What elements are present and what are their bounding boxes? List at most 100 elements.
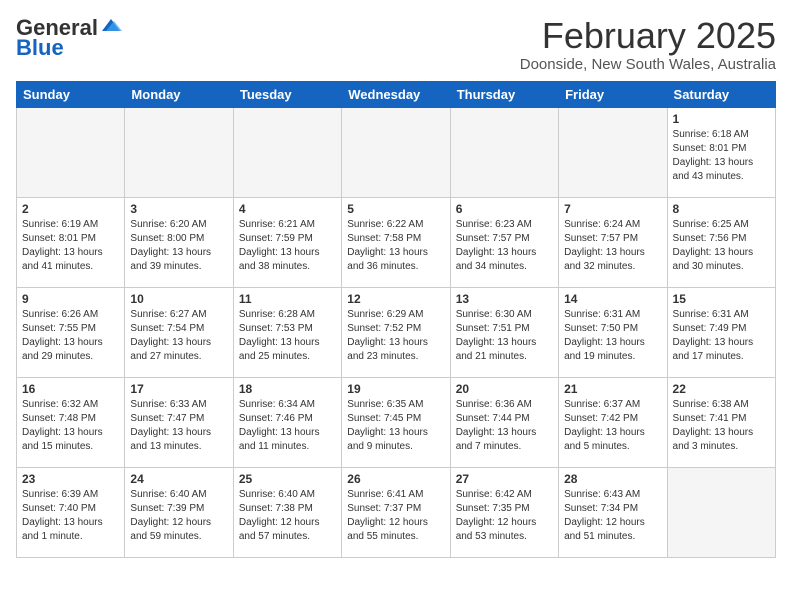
day-info-text: Sunrise: 6:30 AM Sunset: 7:51 PM Dayligh… [456,308,553,364]
weekday-header: Saturday [667,81,775,107]
day-number: 5 [347,202,444,216]
calendar-day-cell: 15 Sunrise: 6:31 AM Sunset: 7:49 PM Dayli… [667,287,775,377]
day-number: 1 [673,112,770,126]
day-info-text: Sunrise: 6:24 AM Sunset: 7:57 PM Dayligh… [564,218,661,274]
calendar-week-row: 16 Sunrise: 6:32 AM Sunset: 7:48 PM Dayli… [17,377,776,467]
day-info-text: Sunrise: 6:39 AM Sunset: 7:40 PM Dayligh… [22,488,119,544]
location-text: Doonside, New South Wales, Australia [520,56,776,73]
calendar-table: SundayMondayTuesdayWednesdayThursdayFrid… [16,81,776,558]
day-info-text: Sunrise: 6:42 AM Sunset: 7:35 PM Dayligh… [456,488,553,544]
calendar-day-cell: 6 Sunrise: 6:23 AM Sunset: 7:57 PM Daylig… [450,197,558,287]
calendar-day-cell: 5 Sunrise: 6:22 AM Sunset: 7:58 PM Daylig… [342,197,450,287]
calendar-day-cell: 27 Sunrise: 6:42 AM Sunset: 7:35 PM Dayli… [450,467,558,557]
calendar-day-cell: 26 Sunrise: 6:41 AM Sunset: 7:37 PM Dayli… [342,467,450,557]
calendar-day-cell: 13 Sunrise: 6:30 AM Sunset: 7:51 PM Dayli… [450,287,558,377]
day-number: 14 [564,292,661,306]
calendar-day-cell [17,107,125,197]
day-info-text: Sunrise: 6:31 AM Sunset: 7:49 PM Dayligh… [673,308,770,364]
day-info-text: Sunrise: 6:32 AM Sunset: 7:48 PM Dayligh… [22,398,119,454]
day-number: 3 [130,202,227,216]
calendar-week-row: 2Sunrise: 6:19 AM Sunset: 8:01 PM Daylig… [17,197,776,287]
month-title: February 2025 [520,16,776,56]
calendar-day-cell: 4 Sunrise: 6:21 AM Sunset: 7:59 PM Daylig… [233,197,341,287]
calendar-week-row: 1 Sunrise: 6:18 AM Sunset: 8:01 PM Daylig… [17,107,776,197]
day-number: 23 [22,472,119,486]
day-number: 2 [22,202,119,216]
calendar-day-cell: 22 Sunrise: 6:38 AM Sunset: 7:41 PM Dayli… [667,377,775,467]
day-number: 9 [22,292,119,306]
day-info-text: Sunrise: 6:23 AM Sunset: 7:57 PM Dayligh… [456,218,553,274]
day-number: 26 [347,472,444,486]
day-info-text: Sunrise: 6:31 AM Sunset: 7:50 PM Dayligh… [564,308,661,364]
day-info-text: Sunrise: 6:27 AM Sunset: 7:54 PM Dayligh… [130,308,227,364]
calendar-day-cell: 20 Sunrise: 6:36 AM Sunset: 7:44 PM Dayli… [450,377,558,467]
calendar-day-cell: 12Sunrise: 6:29 AM Sunset: 7:52 PM Dayli… [342,287,450,377]
day-number: 6 [456,202,553,216]
calendar-day-cell [667,467,775,557]
day-info-text: Sunrise: 6:26 AM Sunset: 7:55 PM Dayligh… [22,308,119,364]
calendar-day-cell: 14 Sunrise: 6:31 AM Sunset: 7:50 PM Dayli… [559,287,667,377]
calendar-day-cell: 16 Sunrise: 6:32 AM Sunset: 7:48 PM Dayli… [17,377,125,467]
day-info-text: Sunrise: 6:33 AM Sunset: 7:47 PM Dayligh… [130,398,227,454]
day-number: 18 [239,382,336,396]
calendar-day-cell: 17Sunrise: 6:33 AM Sunset: 7:47 PM Dayli… [125,377,233,467]
calendar-day-cell: 2Sunrise: 6:19 AM Sunset: 8:01 PM Daylig… [17,197,125,287]
calendar-day-cell [233,107,341,197]
day-number: 8 [673,202,770,216]
day-info-text: Sunrise: 6:41 AM Sunset: 7:37 PM Dayligh… [347,488,444,544]
day-info-text: Sunrise: 6:25 AM Sunset: 7:56 PM Dayligh… [673,218,770,274]
weekday-header: Tuesday [233,81,341,107]
day-number: 13 [456,292,553,306]
day-number: 16 [22,382,119,396]
weekday-header: Sunday [17,81,125,107]
day-info-text: Sunrise: 6:21 AM Sunset: 7:59 PM Dayligh… [239,218,336,274]
day-number: 21 [564,382,661,396]
day-info-text: Sunrise: 6:20 AM Sunset: 8:00 PM Dayligh… [130,218,227,274]
calendar-day-cell: 11 Sunrise: 6:28 AM Sunset: 7:53 PM Dayli… [233,287,341,377]
day-number: 25 [239,472,336,486]
day-info-text: Sunrise: 6:43 AM Sunset: 7:34 PM Dayligh… [564,488,661,544]
day-info-text: Sunrise: 6:37 AM Sunset: 7:42 PM Dayligh… [564,398,661,454]
calendar-day-cell: 1 Sunrise: 6:18 AM Sunset: 8:01 PM Daylig… [667,107,775,197]
calendar-day-cell: 9 Sunrise: 6:26 AM Sunset: 7:55 PM Daylig… [17,287,125,377]
day-number: 27 [456,472,553,486]
day-number: 11 [239,292,336,306]
logo-icon [100,17,122,35]
day-info-text: Sunrise: 6:34 AM Sunset: 7:46 PM Dayligh… [239,398,336,454]
day-number: 24 [130,472,227,486]
day-info-text: Sunrise: 6:22 AM Sunset: 7:58 PM Dayligh… [347,218,444,274]
calendar-day-cell [125,107,233,197]
calendar-day-cell: 19Sunrise: 6:35 AM Sunset: 7:45 PM Dayli… [342,377,450,467]
weekday-header: Thursday [450,81,558,107]
calendar-day-cell [559,107,667,197]
day-number: 7 [564,202,661,216]
page-header: General Blue February 2025 Doonside, New… [16,16,776,73]
day-info-text: Sunrise: 6:40 AM Sunset: 7:39 PM Dayligh… [130,488,227,544]
day-number: 20 [456,382,553,396]
day-number: 15 [673,292,770,306]
calendar-day-cell: 3 Sunrise: 6:20 AM Sunset: 8:00 PM Daylig… [125,197,233,287]
day-number: 4 [239,202,336,216]
calendar-day-cell: 23 Sunrise: 6:39 AM Sunset: 7:40 PM Dayli… [17,467,125,557]
calendar-day-cell: 10 Sunrise: 6:27 AM Sunset: 7:54 PM Dayli… [125,287,233,377]
day-number: 19 [347,382,444,396]
title-block: February 2025 Doonside, New South Wales,… [520,16,776,73]
calendar-header-row: SundayMondayTuesdayWednesdayThursdayFrid… [17,81,776,107]
day-info-text: Sunrise: 6:36 AM Sunset: 7:44 PM Dayligh… [456,398,553,454]
day-number: 10 [130,292,227,306]
day-info-text: Sunrise: 6:28 AM Sunset: 7:53 PM Dayligh… [239,308,336,364]
day-number: 12 [347,292,444,306]
calendar-day-cell [342,107,450,197]
calendar-day-cell: 28 Sunrise: 6:43 AM Sunset: 7:34 PM Dayli… [559,467,667,557]
calendar-week-row: 23 Sunrise: 6:39 AM Sunset: 7:40 PM Dayli… [17,467,776,557]
day-number: 22 [673,382,770,396]
day-number: 28 [564,472,661,486]
calendar-day-cell: 18 Sunrise: 6:34 AM Sunset: 7:46 PM Dayli… [233,377,341,467]
logo-blue-text: Blue [16,36,64,60]
day-info-text: Sunrise: 6:18 AM Sunset: 8:01 PM Dayligh… [673,128,770,184]
weekday-header: Friday [559,81,667,107]
weekday-header: Wednesday [342,81,450,107]
calendar-day-cell: 8 Sunrise: 6:25 AM Sunset: 7:56 PM Daylig… [667,197,775,287]
day-info-text: Sunrise: 6:40 AM Sunset: 7:38 PM Dayligh… [239,488,336,544]
day-info-text: Sunrise: 6:38 AM Sunset: 7:41 PM Dayligh… [673,398,770,454]
